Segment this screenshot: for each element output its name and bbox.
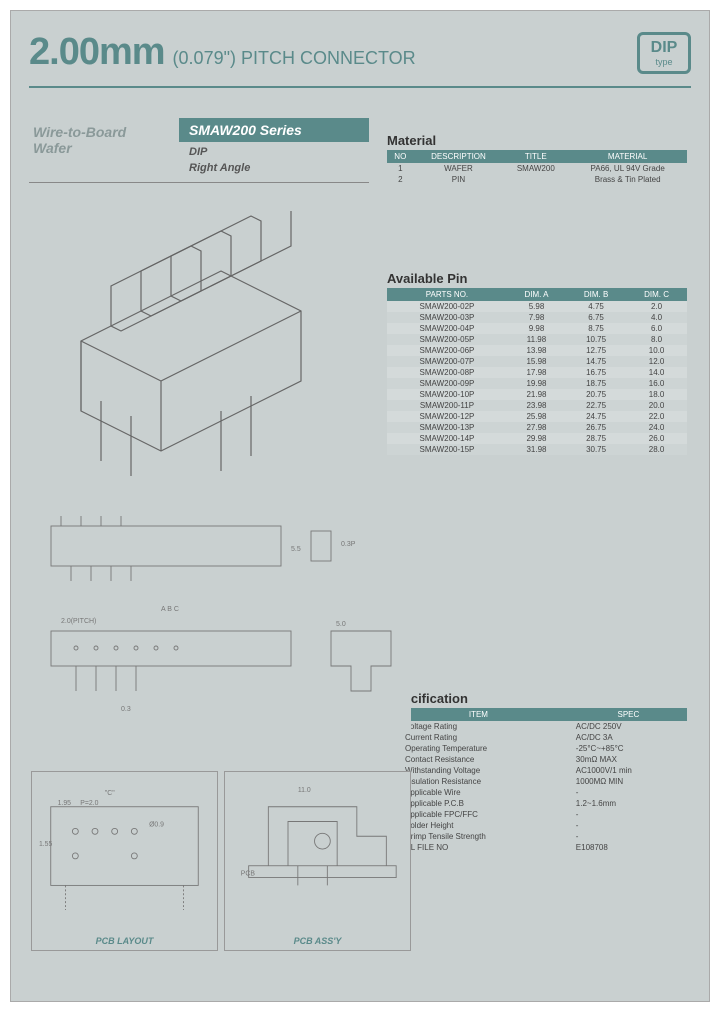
availpin-header: DIM. C — [626, 288, 687, 301]
dim-pitch: 2.0(PITCH) — [61, 618, 96, 625]
table-row: SMAW200-04P9.988.756.0 — [387, 323, 687, 334]
table-row: SMAW200-06P13.9812.7510.0 — [387, 345, 687, 356]
pcb-layout-svg: "C" 1.95 P=2.0 Ø0.9 1.55 — [36, 776, 213, 926]
series-angle: Right Angle — [179, 162, 369, 178]
specification-title: Specification — [387, 691, 687, 706]
specification-table: ITEMSPEC Voltage RatingAC/DC 250VCurrent… — [387, 708, 687, 853]
series-category: Wire-to-Board Wafer — [29, 118, 179, 178]
title-subtitle: (0.079") PITCH CONNECTOR — [173, 48, 416, 69]
dim-195: 1.95 — [58, 800, 72, 807]
table-row: Solder Height- — [387, 820, 687, 831]
header: 2.00mm (0.079") PITCH CONNECTOR DIP type — [29, 31, 691, 82]
availpin-header: DIM. A — [507, 288, 566, 301]
table-row: Applicable P.C.B1.2~1.6mm — [387, 798, 687, 809]
dip-type-badge: DIP type — [637, 32, 691, 74]
dim-abc: A B C — [161, 606, 179, 613]
available-pin-table: PARTS NO.DIM. ADIM. BDIM. C SMAW200-02P5… — [387, 288, 687, 455]
table-row: Voltage RatingAC/DC 250V — [387, 721, 687, 732]
title-block: 2.00mm (0.079") PITCH CONNECTOR — [29, 31, 416, 74]
table-row: Withstanding VoltageAC1000V/1 min — [387, 765, 687, 776]
material-header: DESCRIPTION — [414, 150, 504, 163]
pcb-assy-svg: 11.0 PCB — [229, 776, 406, 926]
series-underline — [29, 182, 369, 183]
specification-section: Specification ITEMSPEC Voltage RatingAC/… — [387, 691, 687, 853]
spec-header: ITEM — [387, 708, 570, 721]
dim-110: 11.0 — [298, 787, 311, 794]
category-line1: Wire-to-Board — [33, 124, 175, 140]
series-dip: DIP — [179, 142, 369, 162]
dim-p20: P=2.0 — [80, 800, 98, 807]
table-row: UL FILE NOE108708 — [387, 842, 687, 853]
available-pin-title: Available Pin — [387, 271, 687, 286]
iso-svg — [41, 211, 381, 491]
badge-top: DIP — [651, 39, 678, 57]
table-row: SMAW200-07P15.9814.7512.0 — [387, 356, 687, 367]
table-row: Current RatingAC/DC 3A — [387, 732, 687, 743]
material-section: Material NODESCRIPTIONTITLEMATERIAL 1WAF… — [387, 133, 687, 185]
table-row: SMAW200-12P25.9824.7522.0 — [387, 411, 687, 422]
table-row: SMAW200-14P29.9828.7526.0 — [387, 433, 687, 444]
pcb-layout-label: PCB LAYOUT — [32, 936, 217, 946]
dim-09: Ø0.9 — [149, 821, 164, 828]
material-header: MATERIAL — [568, 150, 687, 163]
table-row: 1WAFERSMAW200PA66, UL 94V Grade — [387, 163, 687, 174]
table-row: Crimp Tensile Strength- — [387, 831, 687, 842]
dim-155: 1.55 — [39, 841, 53, 848]
availpin-header: DIM. B — [566, 288, 626, 301]
pcb-layout-panel: "C" 1.95 P=2.0 Ø0.9 1.55 PCB LAYOUT — [31, 771, 218, 951]
dim-c: "C" — [105, 790, 115, 797]
title-pitch: 2.00mm — [29, 31, 165, 74]
pcb-drawings: "C" 1.95 P=2.0 Ø0.9 1.55 PCB LAYOUT 11.0… — [31, 771, 411, 951]
table-row: SMAW200-10P21.9820.7518.0 — [387, 389, 687, 400]
series-info: SMAW200 Series DIP Right Angle — [179, 118, 369, 178]
orthographic-drawing: 2.0(PITCH) A B C 5.0 0.3 5.5 0.3P — [31, 511, 411, 731]
table-row: SMAW200-11P23.9822.7520.0 — [387, 400, 687, 411]
dim-03: 0.3 — [121, 706, 131, 713]
table-row: Contact Resistance30mΩ MAX — [387, 754, 687, 765]
material-title: Material — [387, 133, 687, 148]
ortho-svg: 2.0(PITCH) A B C 5.0 0.3 5.5 0.3P — [31, 511, 411, 731]
table-row: SMAW200-08P17.9816.7514.0 — [387, 367, 687, 378]
series-banner: SMAW200 Series — [179, 118, 369, 142]
table-row: Applicable FPC/FFC- — [387, 809, 687, 820]
table-row: SMAW200-05P11.9810.758.0 — [387, 334, 687, 345]
category-line2: Wafer — [33, 140, 175, 156]
pcb-text: PCB — [241, 871, 256, 878]
availpin-header: PARTS NO. — [387, 288, 507, 301]
dim-03p: 0.3P — [341, 541, 356, 548]
available-pin-section: Available Pin PARTS NO.DIM. ADIM. BDIM. … — [387, 271, 687, 455]
table-row: Insulation Resistance1000MΩ MIN — [387, 776, 687, 787]
table-row: 2PINBrass & Tin Plated — [387, 174, 687, 185]
datasheet-page: 2.00mm (0.079") PITCH CONNECTOR DIP type… — [10, 10, 710, 1002]
dim-55: 5.5 — [291, 546, 301, 553]
isometric-drawing — [41, 211, 381, 491]
table-row: SMAW200-03P7.986.754.0 — [387, 312, 687, 323]
table-row: Operating Temperature-25°C~+85°C — [387, 743, 687, 754]
header-rule — [29, 86, 691, 88]
table-row: SMAW200-15P31.9830.7528.0 — [387, 444, 687, 455]
pcb-assy-panel: 11.0 PCB PCB ASS'Y — [224, 771, 411, 951]
table-row: Applicable Wire- — [387, 787, 687, 798]
dim-50: 5.0 — [336, 621, 346, 628]
pcb-assy-label: PCB ASS'Y — [225, 936, 410, 946]
material-header: NO — [387, 150, 414, 163]
material-header: TITLE — [503, 150, 568, 163]
table-row: SMAW200-13P27.9826.7524.0 — [387, 422, 687, 433]
spec-header: SPEC — [570, 708, 687, 721]
table-row: SMAW200-02P5.984.752.0 — [387, 301, 687, 312]
material-table: NODESCRIPTIONTITLEMATERIAL 1WAFERSMAW200… — [387, 150, 687, 185]
table-row: SMAW200-09P19.9818.7516.0 — [387, 378, 687, 389]
badge-bottom: type — [655, 57, 672, 67]
